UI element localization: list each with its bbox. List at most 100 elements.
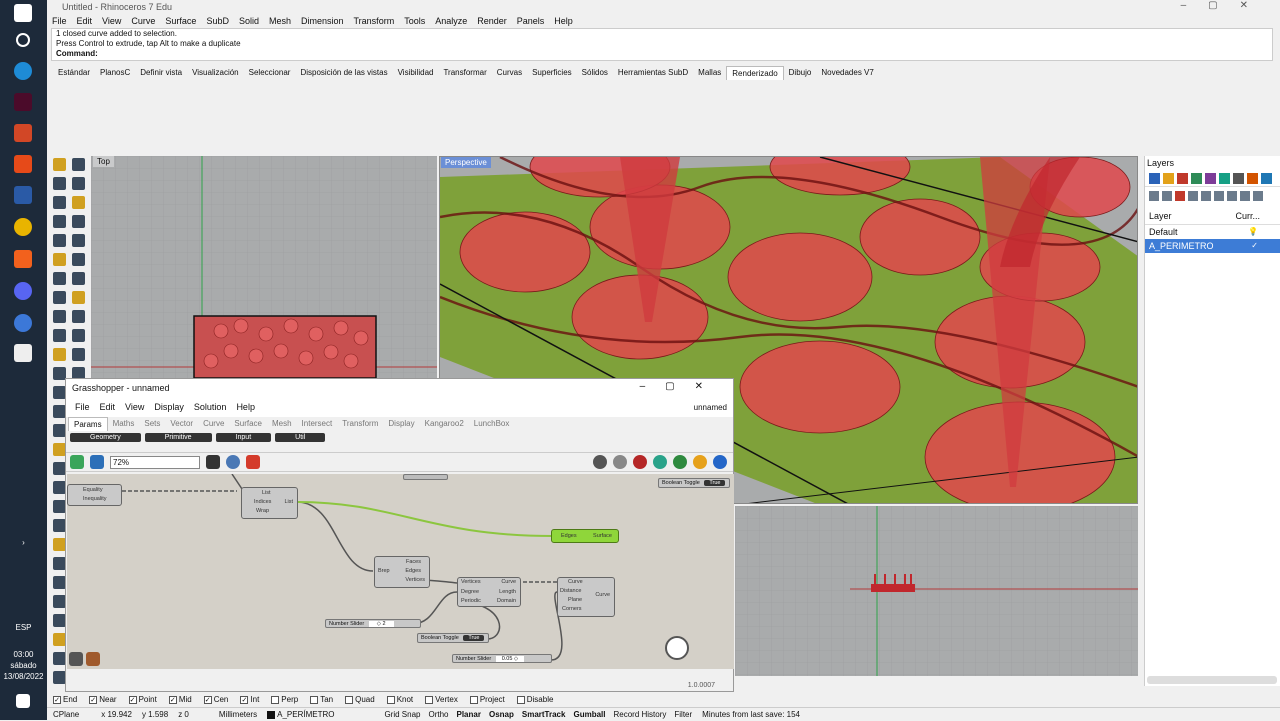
toggle-value[interactable]: True bbox=[463, 635, 485, 641]
window-controls[interactable]: –▢✕ bbox=[1181, 0, 1270, 11]
gh-tab[interactable]: Display bbox=[383, 417, 419, 431]
command-prompt[interactable]: Command: bbox=[56, 49, 1272, 59]
osnap-knot[interactable]: Knot bbox=[386, 693, 413, 707]
panel-tab-icon[interactable] bbox=[1233, 172, 1244, 184]
gh-menu-display[interactable]: Display bbox=[149, 397, 189, 417]
gh-tab[interactable]: Kangaroo2 bbox=[420, 417, 469, 431]
front-viewport[interactable] bbox=[735, 506, 1138, 676]
cplane-label[interactable]: CPlane bbox=[53, 708, 79, 720]
navigation-widget-icon[interactable] bbox=[665, 636, 689, 660]
delete-icon[interactable] bbox=[1175, 190, 1185, 201]
menu-help[interactable]: Help bbox=[549, 14, 578, 28]
move-down-icon[interactable] bbox=[1201, 190, 1211, 201]
number-slider-1[interactable]: Number Slider ◇ 2 bbox=[325, 619, 421, 628]
sketch-icon[interactable] bbox=[246, 455, 260, 469]
modeling-tool-icon[interactable] bbox=[53, 348, 66, 361]
word-icon[interactable] bbox=[14, 186, 32, 204]
slider-value[interactable]: 0.05 ◇ bbox=[495, 656, 525, 662]
gh-menu-file[interactable]: File bbox=[70, 397, 95, 417]
new-layer-icon[interactable] bbox=[1149, 190, 1159, 201]
render-icon[interactable] bbox=[693, 455, 707, 469]
perspective-viewport-label[interactable]: Perspective bbox=[441, 157, 491, 168]
chevron-up-icon[interactable]: › bbox=[0, 538, 47, 547]
top-viewport-label[interactable]: Top bbox=[93, 156, 114, 167]
top-viewport[interactable]: Top bbox=[91, 156, 437, 378]
modeling-tool-icon[interactable] bbox=[53, 329, 66, 342]
equality-component[interactable]: Equality Inequality bbox=[67, 484, 122, 506]
gh-group-input[interactable]: Input bbox=[215, 433, 272, 442]
polyline-component[interactable]: Vertices Degree Periodic Curve Length Do… bbox=[457, 577, 521, 607]
status-toggle-filter[interactable]: Filter bbox=[674, 708, 692, 720]
units-label[interactable]: Millimeters bbox=[219, 708, 257, 720]
gh-menu-edit[interactable]: Edit bbox=[95, 397, 121, 417]
checkbox[interactable]: ✓ bbox=[53, 695, 61, 704]
search-icon[interactable] bbox=[16, 33, 30, 47]
osnap-near[interactable]: ✓ Near bbox=[89, 693, 117, 707]
slider-value[interactable]: ◇ 2 bbox=[368, 621, 394, 627]
indesign-icon[interactable] bbox=[14, 93, 32, 111]
checkbox[interactable] bbox=[386, 695, 395, 704]
status-toggle-planar[interactable]: Planar bbox=[457, 708, 481, 720]
offset-curve-component[interactable]: Curve Distance Plane Corners Curve bbox=[557, 577, 615, 617]
menu-panels[interactable]: Panels bbox=[512, 14, 550, 28]
windows-start-icon[interactable] bbox=[14, 4, 32, 22]
menu-solid[interactable]: Solid bbox=[234, 14, 264, 28]
zoom-extents-icon[interactable] bbox=[206, 455, 220, 469]
modeling-tool-icon[interactable] bbox=[53, 196, 66, 209]
osnap-perp[interactable]: Perp bbox=[271, 693, 298, 707]
gh-tab[interactable]: Sets bbox=[139, 417, 165, 431]
chrome-icon[interactable] bbox=[14, 218, 32, 236]
menu-tools[interactable]: Tools bbox=[399, 14, 430, 28]
menu-file[interactable]: File bbox=[47, 14, 72, 28]
panel-tab-icon[interactable] bbox=[1247, 172, 1258, 184]
toolbar-tab[interactable]: Disposición de las vistas bbox=[295, 66, 392, 80]
checkbox[interactable] bbox=[469, 695, 478, 704]
command-area[interactable]: 1 closed curve added to selection. Press… bbox=[51, 28, 1273, 61]
layout-icon[interactable] bbox=[1253, 190, 1263, 201]
gh-tab[interactable]: Mesh bbox=[267, 417, 297, 431]
status-toggle-grid-snap[interactable]: Grid Snap bbox=[384, 708, 420, 720]
gh-group-primitive[interactable]: Primitive bbox=[144, 433, 212, 442]
modeling-tool-icon[interactable] bbox=[53, 177, 66, 190]
osnap-int[interactable]: ✓ Int bbox=[240, 693, 259, 707]
menu-edit[interactable]: Edit bbox=[72, 14, 98, 28]
rhino-icon[interactable] bbox=[14, 344, 32, 362]
osnap-end[interactable]: ✓ End bbox=[53, 693, 77, 707]
layer-row[interactable]: Default 💡 bbox=[1145, 225, 1280, 239]
menu-surface[interactable]: Surface bbox=[160, 14, 201, 28]
menu-view[interactable]: View bbox=[97, 14, 126, 28]
status-toggle-record-history[interactable]: Record History bbox=[613, 708, 666, 720]
menu-dimension[interactable]: Dimension bbox=[296, 14, 349, 28]
panel-tab-icon[interactable] bbox=[1205, 172, 1216, 184]
checkbox[interactable] bbox=[425, 695, 434, 704]
modeling-tool-icon[interactable] bbox=[72, 196, 85, 209]
status-toggle-gumball[interactable]: Gumball bbox=[573, 708, 605, 720]
boolean-toggle-1[interactable]: Boolean Toggle True bbox=[417, 633, 489, 643]
checkbox[interactable] bbox=[345, 695, 354, 704]
gh-tab[interactable]: Curve bbox=[198, 417, 229, 431]
toolbar-tab[interactable]: Dibujo bbox=[784, 66, 817, 80]
modeling-tool-icon[interactable] bbox=[72, 215, 85, 228]
gh-menu-view[interactable]: View bbox=[120, 397, 149, 417]
list-item-component[interactable]: List Indices Wrap List bbox=[241, 487, 298, 519]
partial-component[interactable] bbox=[403, 474, 448, 480]
gh-tab[interactable]: Transform bbox=[337, 417, 383, 431]
panel-tab-icon[interactable] bbox=[1191, 172, 1202, 184]
checkbox[interactable]: ✓ bbox=[203, 695, 212, 704]
checkbox[interactable] bbox=[310, 695, 319, 704]
osnap-disable[interactable]: Disable bbox=[516, 693, 553, 707]
panel-tab-icon[interactable] bbox=[1163, 172, 1174, 184]
layers-scrollbar[interactable] bbox=[1147, 676, 1277, 684]
osnap-tan[interactable]: Tan bbox=[310, 693, 333, 707]
clock-time[interactable]: 03:00 bbox=[0, 650, 47, 659]
menu-render[interactable]: Render bbox=[472, 14, 512, 28]
lightbulb-icon[interactable]: 💡 bbox=[1248, 227, 1258, 237]
panel-tab-icon[interactable] bbox=[1219, 172, 1230, 184]
preview-selected-icon[interactable] bbox=[633, 455, 647, 469]
canvas-save-icon[interactable] bbox=[69, 652, 83, 666]
current-column-header[interactable]: Curr... bbox=[1235, 211, 1260, 221]
modeling-tool-icon[interactable] bbox=[53, 234, 66, 247]
osnap-quad[interactable]: Quad bbox=[345, 693, 375, 707]
gh-tab[interactable]: Surface bbox=[229, 417, 267, 431]
toolbar-tab[interactable]: Renderizado bbox=[726, 66, 784, 80]
